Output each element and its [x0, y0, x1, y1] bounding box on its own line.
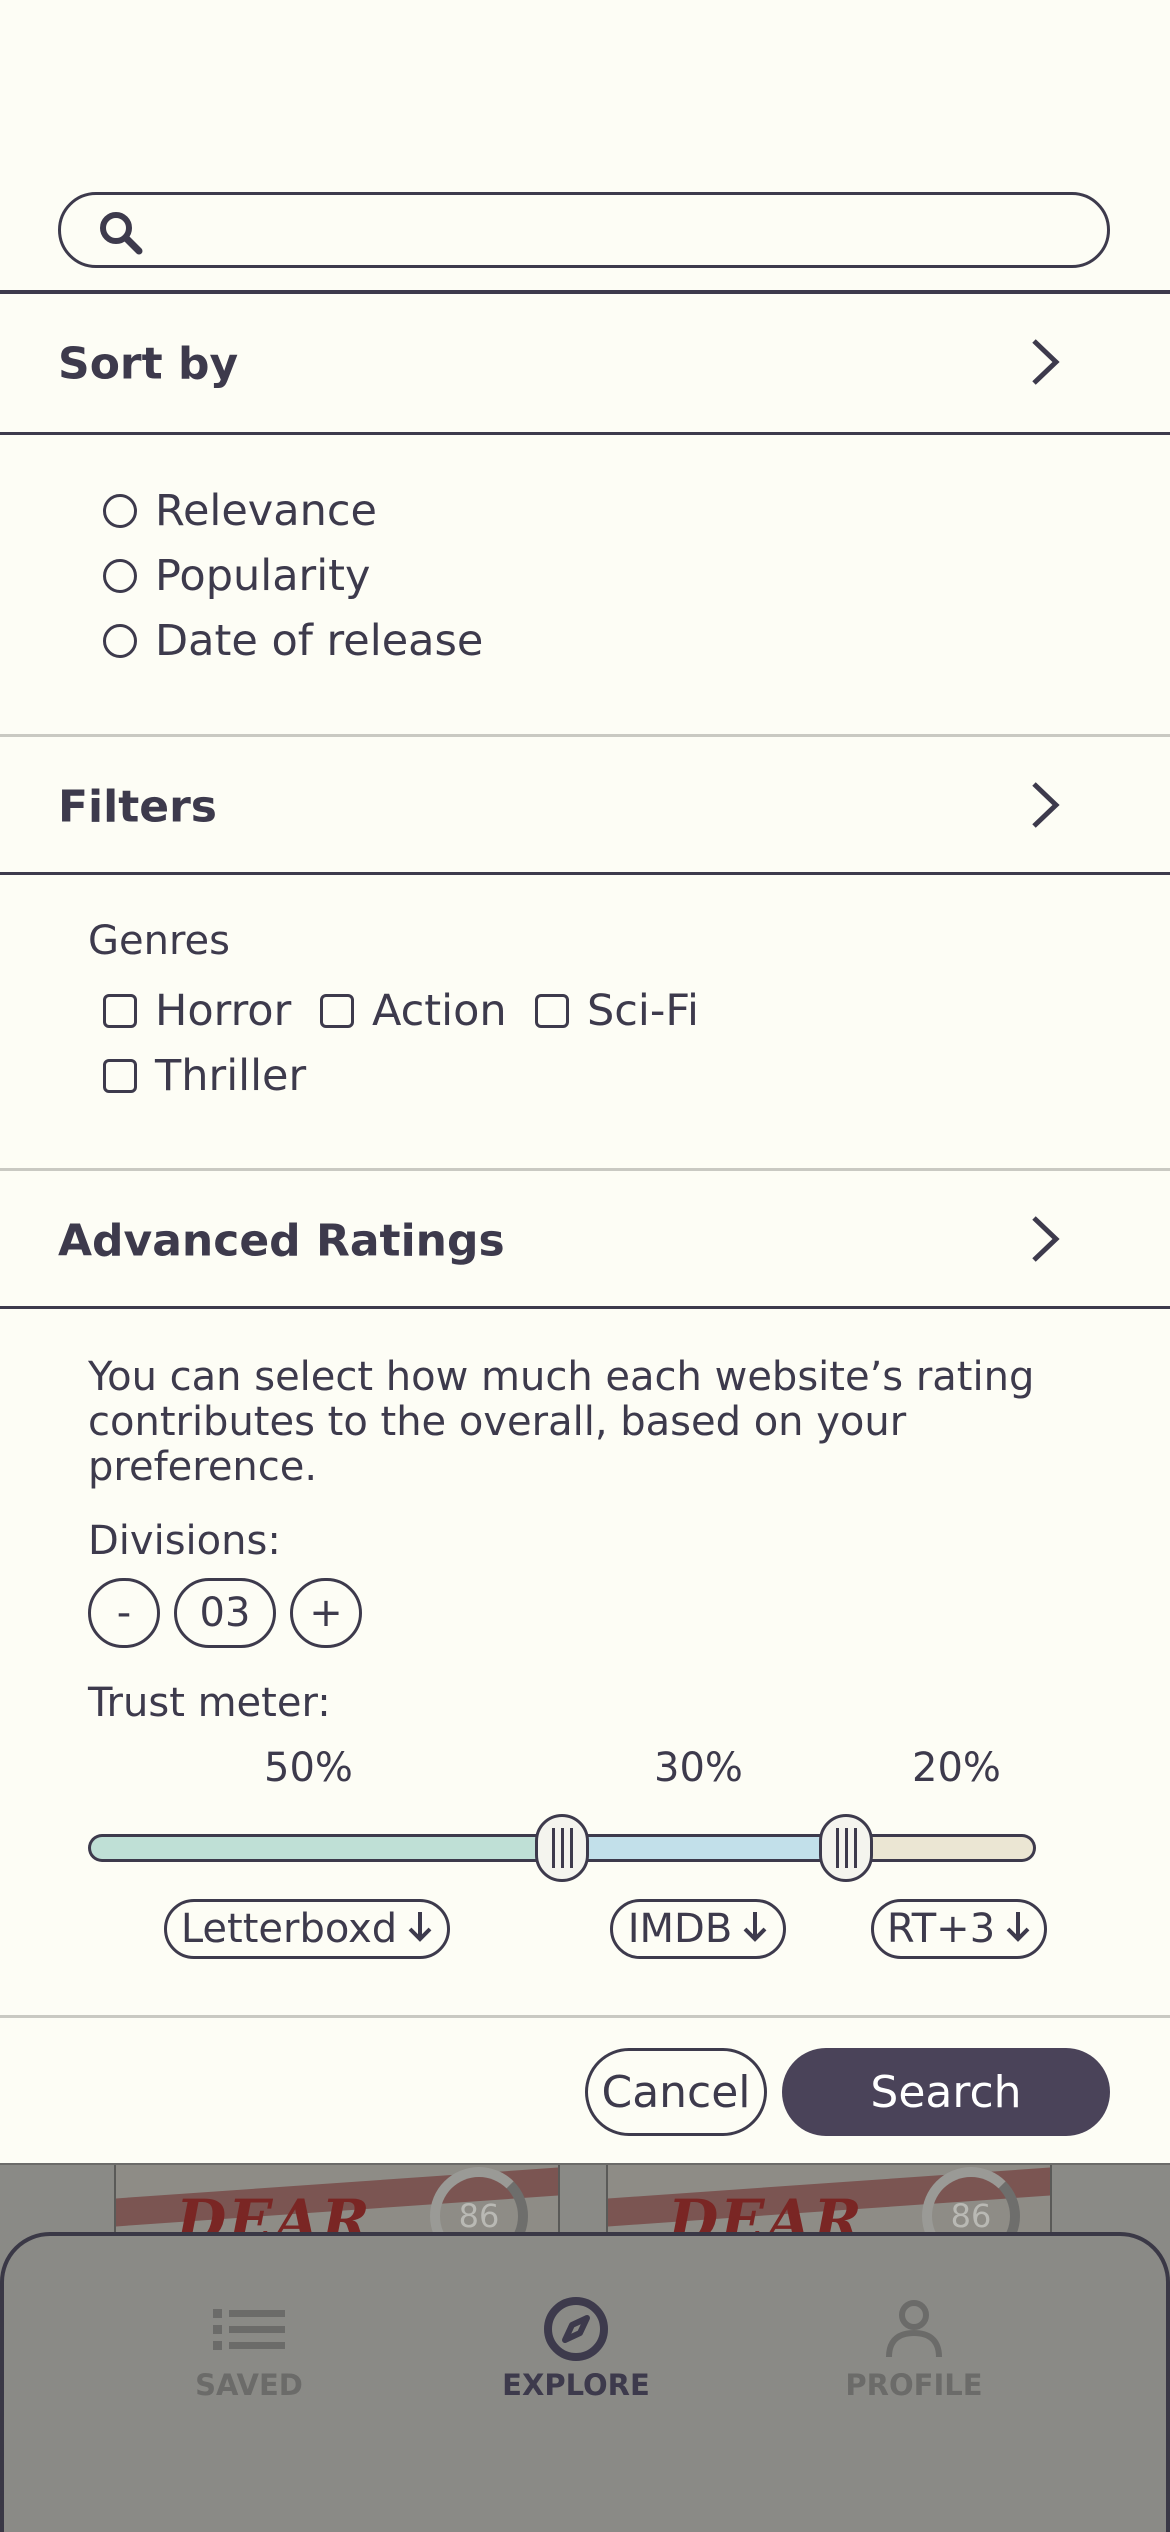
trust-meter-segment-letterboxd	[88, 1834, 562, 1862]
trust-meter-segment-rt	[846, 1834, 1036, 1862]
advanced-ratings-title: Advanced Ratings	[58, 1215, 505, 1267]
tab-saved-label: SAVED	[195, 2368, 303, 2402]
tab-saved[interactable]: SAVED	[159, 2296, 339, 2402]
genre-label: Horror	[155, 986, 292, 1036]
radio-button[interactable]	[103, 624, 137, 658]
source-dropdown-letterboxd[interactable]: Letterboxd	[164, 1899, 450, 1959]
sort-by-header[interactable]: Sort by	[0, 294, 1170, 434]
divisions-value: 03	[174, 1578, 276, 1648]
segment-percent-letterboxd: 50%	[264, 1745, 353, 1791]
source-label: Letterboxd	[180, 1906, 398, 1952]
search-input[interactable]	[161, 205, 1081, 255]
genre-checkbox-action[interactable]: Action	[320, 986, 507, 1036]
chevron-right-icon	[1030, 337, 1060, 391]
trust-meter-label: Trust meter:	[88, 1680, 331, 1726]
radio-button[interactable]	[103, 559, 137, 593]
genre-checkbox-thriller[interactable]: Thriller	[103, 1051, 306, 1101]
divider	[0, 872, 1170, 875]
bottom-tab-bar: SAVED EXPLORE PROFILE	[0, 2232, 1170, 2532]
advanced-ratings-description: You can select how much each website’s r…	[88, 1354, 1035, 1490]
sort-option-relevance[interactable]: Relevance	[103, 486, 377, 536]
advanced-ratings-header[interactable]: Advanced Ratings	[0, 1171, 1170, 1311]
search-icon	[97, 209, 145, 261]
search-filter-sheet: Sort by Relevance Popularity Date of rel…	[0, 0, 1170, 2165]
divider	[0, 432, 1170, 435]
search-bar[interactable]	[58, 192, 1110, 268]
genre-label: Action	[372, 986, 507, 1036]
source-dropdown-rt[interactable]: RT+3	[871, 1899, 1047, 1959]
divider	[0, 2015, 1170, 2018]
sort-option-label: Date of release	[155, 616, 484, 666]
person-icon	[824, 2296, 1004, 2362]
genre-label: Thriller	[155, 1051, 307, 1101]
tab-explore-label: EXPLORE	[502, 2368, 650, 2402]
tab-profile-label: PROFILE	[845, 2368, 983, 2402]
tab-profile[interactable]: PROFILE	[824, 2296, 1004, 2402]
genres-label: Genres	[88, 918, 230, 964]
sort-option-date-of-release[interactable]: Date of release	[103, 616, 483, 666]
list-icon	[159, 2296, 339, 2362]
checkbox[interactable]	[535, 994, 569, 1028]
segment-percent-imdb: 30%	[654, 1745, 743, 1791]
tab-explore[interactable]: EXPLORE	[486, 2296, 666, 2402]
source-label: IMDB	[627, 1906, 733, 1952]
sort-option-label: Popularity	[155, 551, 371, 601]
arrow-down-icon	[407, 1906, 433, 1952]
genre-label: Sci-Fi	[587, 986, 699, 1036]
checkbox[interactable]	[320, 994, 354, 1028]
filters-header[interactable]: Filters	[0, 737, 1170, 877]
arrow-down-icon	[742, 1906, 768, 1952]
trust-meter-segment-imdb	[562, 1834, 847, 1862]
cancel-button[interactable]: Cancel	[585, 2048, 767, 2136]
radio-button[interactable]	[103, 494, 137, 528]
checkbox[interactable]	[103, 1059, 137, 1093]
trust-meter-handle[interactable]	[819, 1814, 874, 1882]
source-label: RT+3	[886, 1906, 996, 1952]
sort-option-label: Relevance	[155, 486, 377, 536]
divider	[0, 2163, 1170, 2165]
divisions-decrement-button[interactable]: -	[88, 1578, 160, 1648]
sort-by-title: Sort by	[58, 338, 239, 390]
divider	[0, 1306, 1170, 1309]
checkbox[interactable]	[103, 994, 137, 1028]
chevron-right-icon	[1030, 1214, 1060, 1268]
divisions-label: Divisions:	[88, 1518, 281, 1564]
arrow-down-icon	[1005, 1906, 1031, 1952]
sort-option-popularity[interactable]: Popularity	[103, 551, 370, 601]
genre-checkbox-horror[interactable]: Horror	[103, 986, 291, 1036]
segment-percent-rt: 20%	[912, 1745, 1001, 1791]
filters-title: Filters	[58, 781, 217, 833]
source-dropdown-imdb[interactable]: IMDB	[610, 1899, 786, 1959]
genre-checkbox-sci-fi[interactable]: Sci-Fi	[535, 986, 699, 1036]
divisions-increment-button[interactable]: +	[290, 1578, 362, 1648]
chevron-right-icon	[1030, 780, 1060, 834]
search-button[interactable]: Search	[782, 2048, 1110, 2136]
compass-icon	[486, 2296, 666, 2362]
trust-meter-handle[interactable]	[535, 1814, 589, 1882]
